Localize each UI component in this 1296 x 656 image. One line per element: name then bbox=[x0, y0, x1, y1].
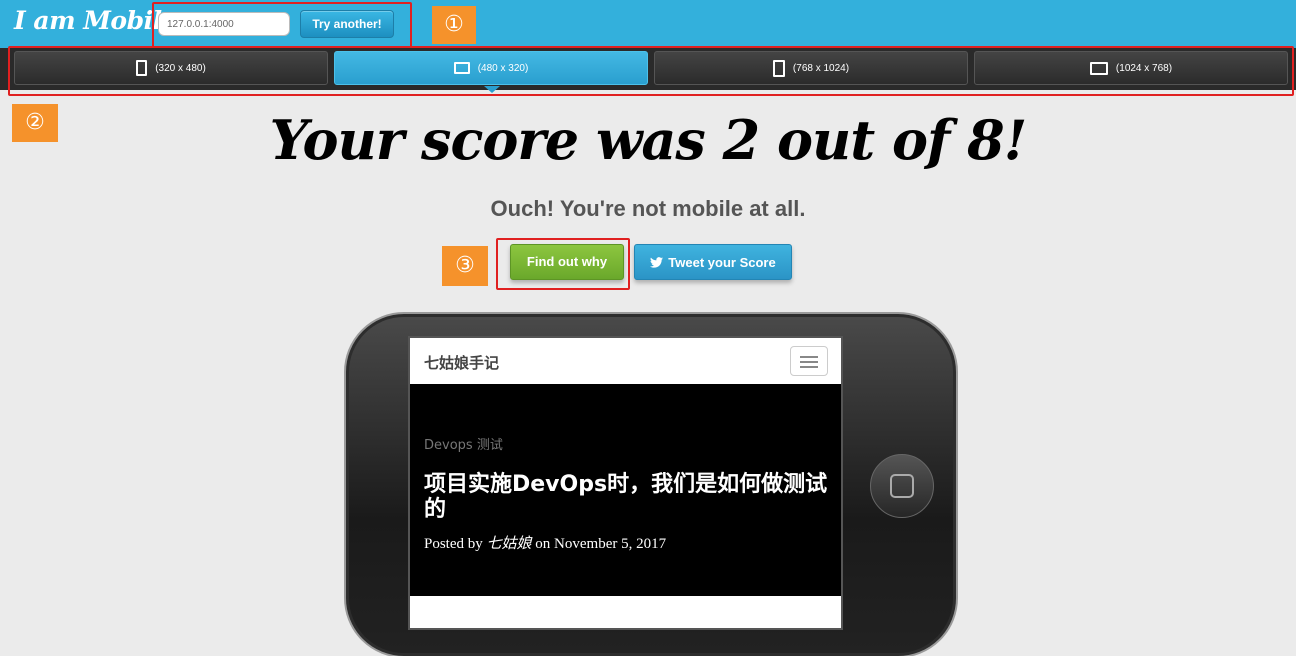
site-title[interactable]: 七姑娘手记 bbox=[424, 352, 499, 373]
score-subline: Ouch! You're not mobile at all. bbox=[490, 196, 806, 221]
post-author[interactable]: 七姑娘 bbox=[487, 536, 532, 552]
hamburger-menu-button[interactable] bbox=[790, 346, 828, 376]
twitter-bird-icon bbox=[650, 256, 664, 268]
post-meta: Posted by 七姑娘 on November 5, 2017 bbox=[424, 532, 666, 553]
annotation-box-1 bbox=[152, 2, 412, 50]
score-headline: Your score was 2 out of 8! bbox=[269, 108, 1028, 172]
annotation-box-2 bbox=[8, 46, 1294, 96]
find-out-why-button[interactable]: Find out why bbox=[510, 244, 624, 280]
post-date: on November 5, 2017 bbox=[531, 536, 667, 552]
post-body bbox=[410, 596, 841, 628]
tweet-button-label: Tweet your Score bbox=[668, 254, 776, 270]
site-navbar: 七姑娘手记 bbox=[410, 338, 841, 384]
hamburger-line bbox=[800, 366, 818, 368]
annotation-badge-3: ③ bbox=[442, 246, 488, 286]
tweet-score-button[interactable]: Tweet your Score bbox=[634, 244, 792, 280]
post-category[interactable]: Devops 测试 bbox=[424, 434, 503, 453]
posted-by-prefix: Posted by bbox=[424, 536, 487, 552]
hamburger-line bbox=[800, 356, 818, 358]
post-title[interactable]: 项目实施DevOps时，我们是如何做测试的 bbox=[424, 472, 832, 522]
home-square-icon bbox=[890, 474, 914, 498]
annotation-badge-1: ① bbox=[432, 6, 476, 44]
phone-screen-preview[interactable]: 七姑娘手记 Devops 测试 项目实施DevOps时，我们是如何做测试的 Po… bbox=[408, 336, 843, 630]
hamburger-line bbox=[800, 361, 818, 363]
